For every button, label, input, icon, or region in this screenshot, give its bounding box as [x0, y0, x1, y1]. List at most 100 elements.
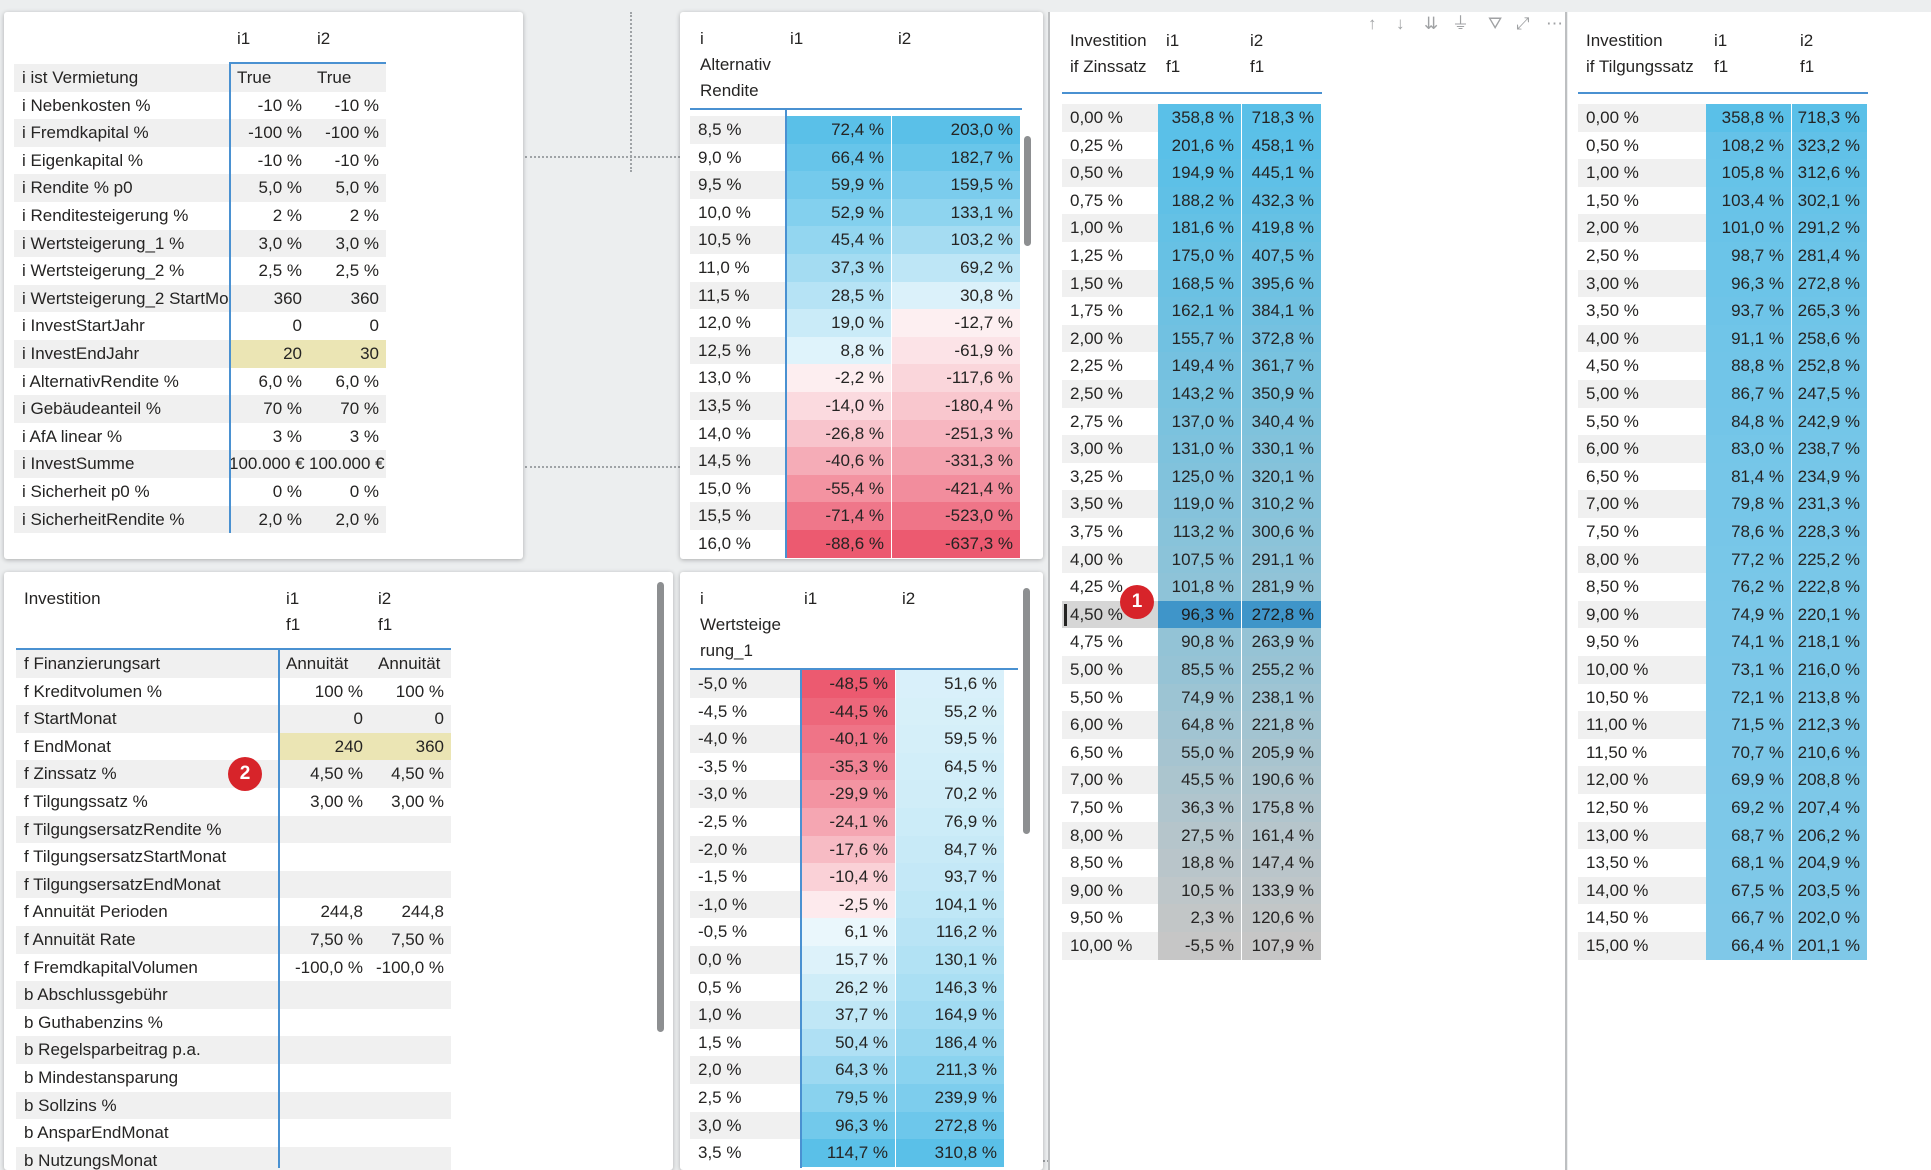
table-row[interactable]: 15,0 % -55,4 % -421,4 % [690, 474, 1021, 503]
table-row[interactable]: i Fremdkapital % -100 % -100 % [14, 119, 386, 147]
table-row[interactable]: 12,0 % 19,0 % -12,7 % [690, 309, 1021, 337]
table-row[interactable]: 0,75 % 188,2 % 432,3 % [1062, 186, 1322, 215]
column-header-i1[interactable]: i1 [804, 586, 864, 612]
table-row[interactable]: f TilgungsersatzStartMonat [16, 843, 451, 871]
table-row[interactable]: 12,5 % 8,8 % -61,9 % [690, 336, 1021, 365]
column-header-i2[interactable]: i2 [902, 586, 962, 612]
table-row[interactable]: f TilgungsersatzEndMonat [16, 870, 451, 899]
table-row[interactable]: i InvestSumme 100.000 €100.000 € [14, 450, 386, 478]
table-row[interactable]: 10,50 % 72,1 % 213,8 % [1578, 683, 1868, 712]
table-row[interactable]: i InvestStartJahr 0 0 [14, 312, 386, 340]
table-row[interactable]: b Sollzins % [16, 1091, 451, 1120]
table-row[interactable]: -0,5 % 6,1 % 116,2 % [690, 918, 1005, 946]
table-row[interactable]: -2,5 % -24,1 % 76,9 % [690, 808, 1005, 836]
table-row[interactable]: 6,00 % 64,8 % 221,8 % [1062, 711, 1322, 739]
table-row[interactable]: 0,0 % 15,7 % 130,1 % [690, 946, 1005, 974]
table-row[interactable]: 7,00 % 45,5 % 190,6 % [1062, 766, 1322, 794]
table-row[interactable]: 6,00 % 83,0 % 238,7 % [1578, 435, 1868, 463]
column-header-i1[interactable]: i1 [790, 26, 850, 52]
table-row[interactable]: 7,50 % 78,6 % 228,3 % [1578, 518, 1868, 546]
table-row[interactable]: i Eigenkapital % -10 % -10 % [14, 147, 386, 175]
table-row[interactable]: 10,00 % -5,5 % 107,9 % [1062, 932, 1322, 960]
table-row[interactable]: 0,5 % 26,2 % 146,3 % [690, 973, 1005, 1002]
table-row[interactable]: 10,0 % 52,9 % 133,1 % [690, 198, 1021, 227]
table-row[interactable]: b Guthabenzins % [16, 1009, 451, 1037]
column-header-i2[interactable]: i2 [378, 586, 438, 612]
table-row[interactable]: 6,50 % 81,4 % 234,9 % [1578, 462, 1868, 491]
row-header-subtitle[interactable]: if Tilgungssatz [1586, 54, 1716, 80]
table-row[interactable]: f Annuität Perioden 244,8 244,8 [16, 898, 451, 926]
table-row[interactable]: 12,50 % 69,2 % 207,4 % [1578, 794, 1868, 822]
table-row[interactable]: 4,75 % 90,8 % 263,9 % [1062, 628, 1322, 656]
table-row[interactable]: 4,50 % 96,3 % 272,8 % [1062, 600, 1322, 629]
row-header-title[interactable]: Investition [1586, 28, 1706, 54]
table-row[interactable]: 3,75 % 113,2 % 300,6 % [1062, 518, 1322, 546]
table-row[interactable]: 3,25 % 125,0 % 320,1 % [1062, 462, 1322, 491]
table-row[interactable]: i InvestEndJahr 20 30 [14, 340, 386, 368]
table-row[interactable]: f Tilgungssatz % 3,00 % 3,00 % [16, 788, 451, 816]
wertsteigerung-table-panel[interactable]: i Wertsteige rung_1 i1 i2 -5,0 % -48,5 % 51,6… [680, 572, 1043, 1170]
table-row[interactable]: 9,50 % 74,1 % 218,1 % [1578, 628, 1868, 656]
table-row[interactable]: 10,5 % 45,4 % 103,2 % [690, 226, 1021, 254]
row-header-title[interactable]: Investition [1070, 28, 1170, 54]
table-row[interactable]: 3,00 % 131,0 % 330,1 % [1062, 435, 1322, 463]
table-row[interactable]: 5,00 % 85,5 % 255,2 % [1062, 656, 1322, 684]
table-row[interactable]: 9,5 % 59,9 % 159,5 % [690, 171, 1021, 199]
table-row[interactable]: 15,5 % -71,4 % -523,0 % [690, 502, 1021, 530]
table-row[interactable]: 1,50 % 168,5 % 395,6 % [1062, 269, 1322, 298]
table-row[interactable]: 2,75 % 137,0 % 340,4 % [1062, 407, 1322, 436]
table-row[interactable]: 0,50 % 194,9 % 445,1 % [1062, 159, 1322, 187]
table-row[interactable]: 16,0 % -88,6 % -637,3 % [690, 530, 1021, 558]
table-row[interactable]: 8,50 % 76,2 % 222,8 % [1578, 573, 1868, 601]
table-row[interactable]: -5,0 % -48,5 % 51,6 % [690, 670, 1005, 698]
table-row[interactable]: 13,00 % 68,7 % 206,2 % [1578, 821, 1868, 850]
table-row[interactable]: i AlternativRendite % 6,0 % 6,0 % [14, 368, 386, 396]
table-row[interactable]: 4,25 % 101,8 % 281,9 % [1062, 573, 1322, 601]
column-subheader-f1[interactable]: f1 [1714, 54, 1774, 80]
row-header-title[interactable]: Investition [24, 586, 224, 612]
table-row[interactable]: 3,00 % 96,3 % 272,8 % [1578, 269, 1868, 298]
table-row[interactable]: -4,0 % -40,1 % 59,5 % [690, 725, 1005, 753]
alternativ-rendite-table-panel[interactable]: i Alternativ Rendite i1 i2 8,5 % 72,4 % 203,0… [680, 12, 1043, 559]
table-row[interactable]: 13,0 % -2,2 % -117,6 % [690, 364, 1021, 392]
table-row[interactable]: 0,25 % 201,6 % 458,1 % [1062, 131, 1322, 160]
table-row[interactable]: 2,50 % 143,2 % 350,9 % [1062, 380, 1322, 408]
vertical-scrollbar[interactable] [1024, 136, 1031, 246]
table-row[interactable]: 8,00 % 27,5 % 161,4 % [1062, 821, 1322, 850]
table-row[interactable]: 8,00 % 77,2 % 225,2 % [1578, 545, 1868, 574]
table-row[interactable]: 1,5 % 50,4 % 186,4 % [690, 1028, 1005, 1057]
table-row[interactable]: f EndMonat 240 360 [16, 732, 451, 761]
table-row[interactable]: 14,00 % 67,5 % 203,5 % [1578, 876, 1868, 905]
column-header-i1[interactable]: i1 [237, 26, 297, 52]
table-row[interactable]: 14,0 % -26,8 % -251,3 % [690, 419, 1021, 448]
table-row[interactable]: f Kreditvolumen % 100 % 100 % [16, 678, 451, 706]
table-row[interactable]: b NutzungsMonat [16, 1146, 451, 1170]
table-row[interactable]: 1,00 % 105,8 % 312,6 % [1578, 159, 1868, 187]
table-row[interactable]: i Gebäudeanteil % 70 % 70 % [14, 395, 386, 423]
table-row[interactable]: 2,50 % 98,7 % 281,4 % [1578, 242, 1868, 270]
table-row[interactable]: 13,50 % 68,1 % 204,9 % [1578, 849, 1868, 877]
table-row[interactable]: i SicherheitRendite % 2,0 % 2,0 % [14, 505, 386, 534]
table-row[interactable]: f Annuität Rate 7,50 % 7,50 % [16, 926, 451, 954]
table-row[interactable]: 3,50 % 93,7 % 265,3 % [1578, 297, 1868, 325]
table-row[interactable]: 11,0 % 37,3 % 69,2 % [690, 254, 1021, 282]
table-row[interactable]: 3,0 % 96,3 % 272,8 % [690, 1111, 1005, 1140]
column-header-i2[interactable]: i2 [898, 26, 958, 52]
table-row[interactable]: b AnsparEndMonat [16, 1119, 451, 1147]
column-header-i1[interactable]: i1 [286, 586, 346, 612]
table-row[interactable]: 7,00 % 79,8 % 231,3 % [1578, 490, 1868, 518]
table-row[interactable]: -3,5 % -35,3 % 64,5 % [690, 752, 1005, 781]
table-row[interactable]: 14,50 % 66,7 % 202,0 % [1578, 904, 1868, 932]
table-row[interactable]: -4,5 % -44,5 % 55,2 % [690, 697, 1005, 726]
table-row[interactable]: 3,50 % 119,0 % 310,2 % [1062, 490, 1322, 518]
column-subheader-f1[interactable]: f1 [1250, 54, 1310, 80]
table-row[interactable]: 1,50 % 103,4 % 302,1 % [1578, 186, 1868, 215]
vertical-scrollbar[interactable] [1023, 588, 1030, 834]
parameter-table-panel[interactable]: i1 i2 i ist Vermietung True True i Nebenkoste… [4, 12, 523, 559]
column-subheader-f1[interactable]: f1 [378, 612, 438, 638]
table-row[interactable]: i Wertsteigerung_1 % 3,0 % 3,0 % [14, 229, 386, 258]
table-row[interactable]: i Rendite % p0 5,0 % 5,0 % [14, 174, 386, 202]
column-header-i1[interactable]: i1 [1166, 28, 1226, 54]
column-header-i2[interactable]: i2 [317, 26, 377, 52]
column-header-i2[interactable]: i2 [1800, 28, 1860, 54]
